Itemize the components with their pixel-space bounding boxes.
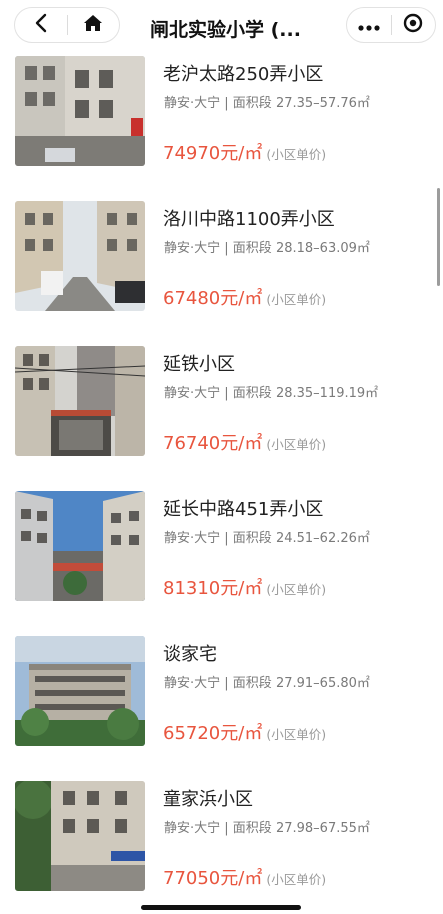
list-item[interactable]: 延铁小区 静安·大宁 | 面积段 28.35–119.19㎡ 76740元/㎡(… (0, 346, 443, 491)
listing-area: 27.91–65.80㎡ (275, 676, 370, 691)
listing-name[interactable]: 童家浜小区 (163, 785, 253, 811)
listing-price: 74970元/㎡ (163, 143, 263, 164)
price-note: (小区单价) (266, 292, 327, 307)
listing-name[interactable]: 谈家宅 (163, 640, 217, 666)
home-icon (83, 14, 103, 36)
price-row: 76740元/㎡ (小区单价) (163, 429, 326, 455)
home-button[interactable] (67, 8, 119, 42)
list-item[interactable]: 童家浜小区 静安·大宁 | 面积段 27.98–67.55㎡ 77050元/㎡(… (0, 781, 443, 914)
nav-capsule (14, 7, 120, 43)
listing-photo[interactable] (15, 56, 145, 166)
listing-meta: 静安·大宁 | 面积段 28.35–119.19㎡ (164, 382, 378, 401)
price-row: 67480元/㎡ (小区单价) (163, 284, 326, 310)
listing-name[interactable]: 洛川中路1100弄小区 (163, 205, 335, 231)
list-item[interactable]: 延长中路451弄小区 静安·大宁 | 面积段 24.51–62.26㎡ 8131… (0, 491, 443, 636)
price-note: (小区单价) (266, 147, 327, 162)
price-note: (小区单价) (266, 872, 327, 887)
listing-name[interactable]: 延长中路451弄小区 (163, 495, 323, 521)
area-label: 面积段 (232, 531, 272, 546)
meta-divider: | (224, 531, 233, 546)
listing-area: 28.18–63.09㎡ (275, 241, 370, 256)
listing-price: 81310元/㎡ (163, 578, 263, 599)
price-row: 77050元/㎡ (小区单价) (163, 864, 326, 890)
meta-divider: | (224, 96, 233, 111)
listing-area: 28.35–119.19㎡ (275, 386, 379, 401)
listing-location: 静安·大宁 (164, 531, 221, 546)
more-dots-icon (358, 16, 380, 35)
price-row: 81310元/㎡ (小区单价) (163, 574, 326, 600)
price-row: 65720元/㎡ (小区单价) (163, 719, 326, 745)
scrollbar[interactable] (437, 188, 440, 286)
listing-meta: 静安·大宁 | 面积段 24.51–62.26㎡ (164, 527, 370, 546)
menu-capsule (346, 7, 436, 43)
price-note: (小区单价) (266, 582, 327, 597)
listing-price: 67480元/㎡ (163, 288, 263, 309)
listing-price: 76740元/㎡ (163, 433, 263, 454)
more-button[interactable] (347, 8, 391, 42)
listing-photo[interactable] (15, 201, 145, 311)
listing-meta: 静安·大宁 | 面积段 27.98–67.55㎡ (164, 817, 370, 836)
list-item[interactable]: 洛川中路1100弄小区 静安·大宁 | 面积段 28.18–63.09㎡ 674… (0, 201, 443, 346)
listing-meta: 静安·大宁 | 面积段 27.35–57.76㎡ (164, 92, 370, 111)
listing-photo[interactable] (15, 636, 145, 746)
listing-photo[interactable] (15, 491, 145, 601)
area-label: 面积段 (232, 821, 272, 836)
chevron-left-icon (34, 13, 48, 37)
listing-area: 27.35–57.76㎡ (275, 96, 370, 111)
listing-photo[interactable] (15, 781, 145, 891)
meta-divider: | (224, 821, 233, 836)
listing-meta: 静安·大宁 | 面积段 28.18–63.09㎡ (164, 237, 370, 256)
list-item[interactable]: 老沪太路250弄小区 静安·大宁 | 面积段 27.35–57.76㎡ 7497… (0, 56, 443, 201)
meta-divider: | (224, 386, 233, 401)
area-label: 面积段 (232, 96, 272, 111)
top-nav-bar: 闸北实验小学 (... (0, 0, 443, 56)
meta-divider: | (224, 241, 233, 256)
page-title: 闸北实验小学 (... (150, 19, 301, 41)
listing-location: 静安·大宁 (164, 386, 221, 401)
listing-location: 静安·大宁 (164, 676, 221, 691)
listing-price: 77050元/㎡ (163, 868, 263, 889)
price-row: 74970元/㎡ (小区单价) (163, 139, 326, 165)
page: 老沪太路250弄小区 静安·大宁 | 面积段 27.35–57.76㎡ 7497… (0, 0, 443, 914)
listing-price: 65720元/㎡ (163, 723, 263, 744)
area-label: 面积段 (232, 386, 272, 401)
close-button[interactable] (391, 8, 435, 42)
target-close-icon (403, 13, 423, 37)
listing-meta: 静安·大宁 | 面积段 27.91–65.80㎡ (164, 672, 370, 691)
listing-area: 24.51–62.26㎡ (275, 531, 370, 546)
area-label: 面积段 (232, 676, 272, 691)
home-indicator[interactable] (141, 905, 301, 910)
back-button[interactable] (15, 8, 67, 42)
listing-location: 静安·大宁 (164, 241, 221, 256)
listing-area: 27.98–67.55㎡ (275, 821, 370, 836)
meta-divider: | (224, 676, 233, 691)
list-item[interactable]: 谈家宅 静安·大宁 | 面积段 27.91–65.80㎡ 65720元/㎡ (小区… (0, 636, 443, 781)
listing-name[interactable]: 延铁小区 (163, 350, 235, 376)
listing-photo[interactable] (15, 346, 145, 456)
listing-location: 静安·大宁 (164, 821, 221, 836)
area-label: 面积段 (232, 241, 272, 256)
listing-name[interactable]: 老沪太路250弄小区 (163, 60, 323, 86)
price-note: (小区单价) (266, 437, 327, 452)
price-note: (小区单价) (266, 727, 327, 742)
listing-location: 静安·大宁 (164, 96, 221, 111)
